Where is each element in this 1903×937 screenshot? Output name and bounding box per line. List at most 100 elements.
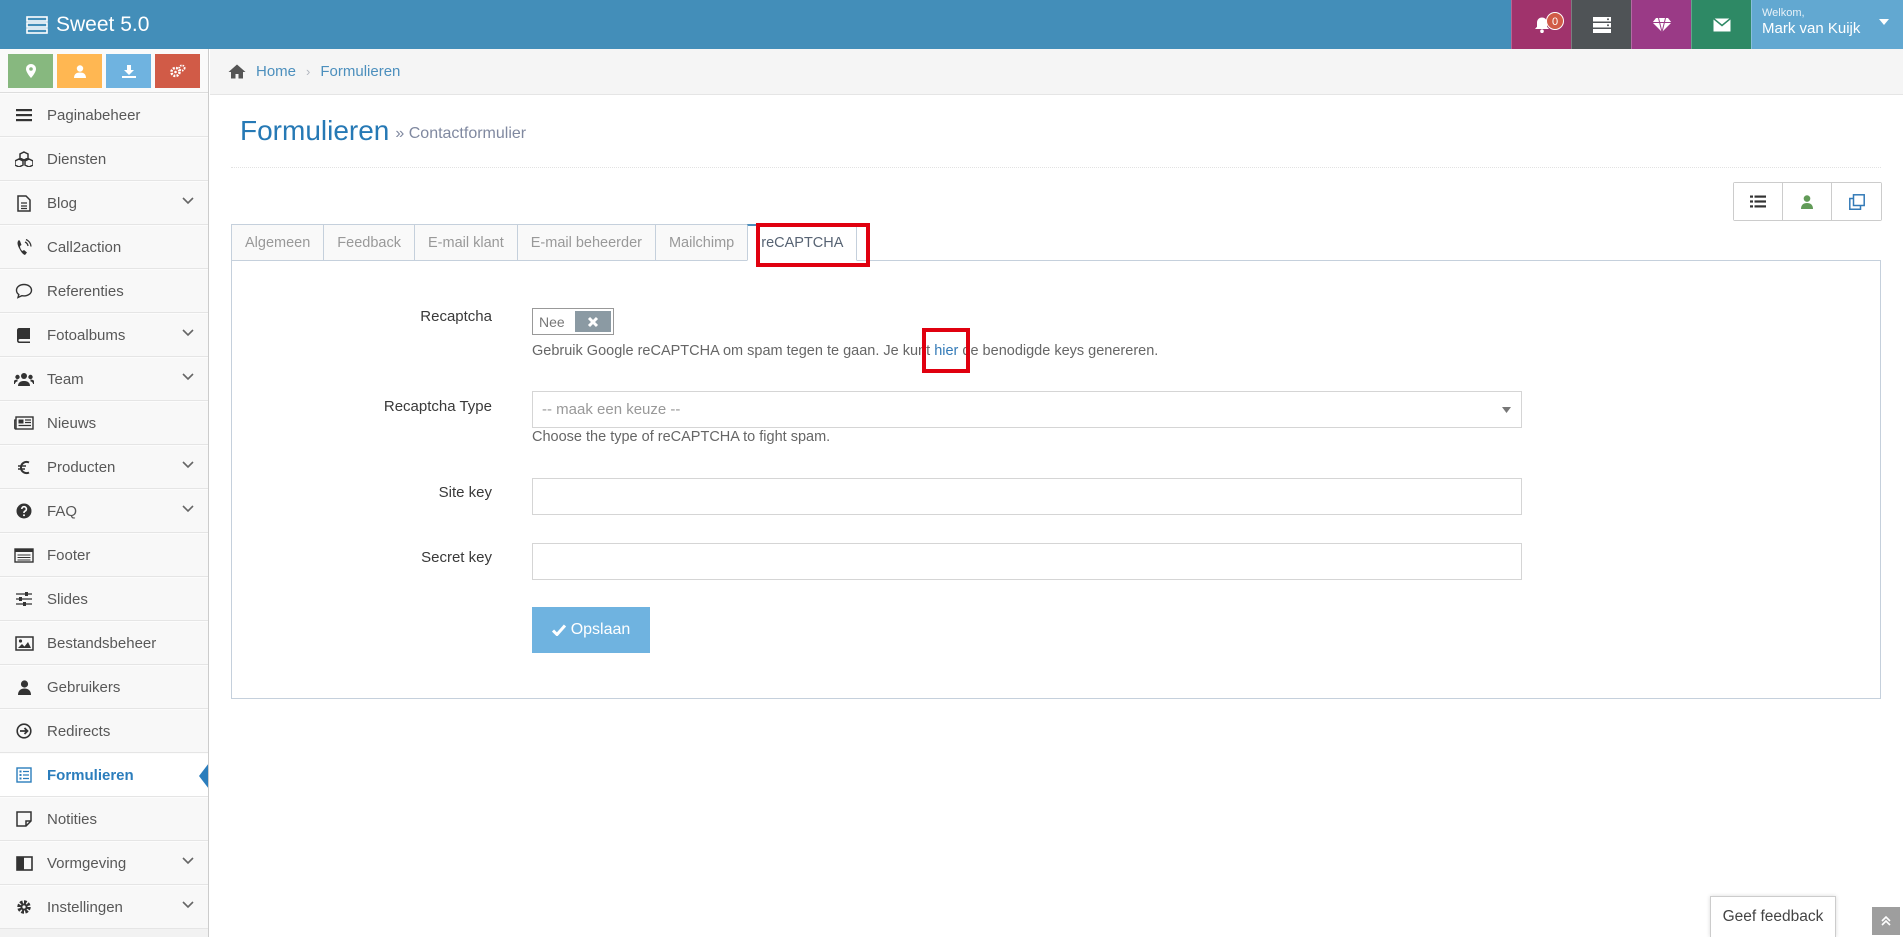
sidebar-item-label: Formulieren: [47, 766, 134, 784]
shortcut-download-button[interactable]: [106, 54, 151, 88]
sidebar-item-label: Notities: [47, 810, 98, 828]
sidebar-shortcuts: [0, 49, 208, 93]
euro-icon: [13, 456, 35, 478]
sidebar-item-producten[interactable]: Producten: [0, 445, 208, 489]
site-key-label: Site key: [438, 484, 492, 501]
list-alt-icon: [13, 544, 35, 566]
sidebar-item-label: Redirects: [47, 722, 111, 740]
tab-algemeen[interactable]: Algemeen: [231, 224, 324, 261]
sidebar-item-fotoalbums[interactable]: Fotoalbums: [0, 313, 208, 357]
sidebar-item-redirects[interactable]: Redirects: [0, 709, 208, 753]
feedback-button[interactable]: Geef feedback: [1710, 896, 1836, 937]
premium-button[interactable]: [1631, 0, 1691, 49]
chevron-down-icon: [182, 373, 194, 381]
recaptcha-help: Gebruik Google reCAPTCHA om spam tegen t…: [532, 343, 1158, 359]
notifications-button[interactable]: 0: [1511, 0, 1571, 49]
shortcut-user-button[interactable]: [57, 54, 102, 88]
breadcrumb: Home › Formulieren: [210, 49, 1903, 95]
image-icon: [13, 632, 35, 654]
sidebar-item-bestandsbeheer[interactable]: Bestandsbeheer: [0, 621, 208, 665]
download-icon: [121, 64, 136, 78]
user-menu[interactable]: Welkom, Mark van Kuijk: [1751, 0, 1903, 49]
server-logo-icon: [26, 15, 48, 34]
breadcrumb-home-link[interactable]: Home: [256, 63, 296, 80]
chevron-down-icon: [182, 329, 194, 337]
sidebar-item-label: Blog: [47, 194, 78, 212]
secret-key-input[interactable]: [532, 543, 1522, 580]
sidebar-item-vormgeving[interactable]: Vormgeving: [0, 841, 208, 885]
sidebar-item-label: Team: [47, 370, 84, 388]
users-icon: [13, 368, 35, 390]
page-subtitle: » Contactformulier: [395, 125, 527, 142]
chevron-down-icon: [182, 197, 194, 205]
caret-down-icon: [1879, 19, 1889, 25]
shortcut-location-button[interactable]: [8, 54, 53, 88]
site-key-input[interactable]: [532, 478, 1522, 515]
brand[interactable]: Sweet 5.0: [26, 0, 149, 49]
secret-key-label: Secret key: [421, 549, 492, 566]
tasks-icon: [1592, 16, 1611, 33]
tab-email-beheerder[interactable]: E-mail beheerder: [516, 224, 655, 261]
sidebar-item-nieuws[interactable]: Nieuws: [0, 401, 208, 445]
book-icon: [13, 324, 35, 346]
file-text-icon: [13, 192, 35, 214]
caret-down-icon: [1502, 407, 1511, 413]
user-view-button[interactable]: [1783, 183, 1832, 220]
recaptcha-type-select[interactable]: -- maak een keuze --: [532, 391, 1522, 428]
form-tabs: Algemeen Feedback E-mail klant E-mail be…: [231, 224, 858, 261]
sidebar-item-footer[interactable]: Footer: [0, 533, 208, 577]
user-icon: [1801, 194, 1813, 209]
tab-email-klant[interactable]: E-mail klant: [413, 224, 517, 261]
tab-mailchimp[interactable]: Mailchimp: [654, 224, 748, 261]
page-header: Formulieren » Contactformulier: [231, 95, 1881, 168]
notification-count-badge: 0: [1546, 12, 1564, 30]
copy-icon: [1848, 193, 1865, 210]
sidebar-item-gebruikers[interactable]: Gebruikers: [0, 665, 208, 709]
view-button-group: [1733, 182, 1882, 221]
top-navbar: Sweet 5.0 0 Welkom, Mark van Kuijk: [0, 0, 1903, 49]
tab-feedback[interactable]: Feedback: [323, 224, 414, 261]
close-icon: [575, 311, 611, 332]
chevron-down-icon: [182, 901, 194, 909]
sidebar-item-call2action[interactable]: Call2action: [0, 225, 208, 269]
recaptcha-type-selected: -- maak een keuze --: [542, 401, 681, 418]
recaptcha-toggle[interactable]: Nee: [532, 308, 614, 335]
sidebar-item-label: Gebruikers: [47, 678, 121, 696]
page-title: Formulieren: [240, 115, 390, 146]
newspaper-icon: [13, 412, 35, 434]
chevron-down-icon: [182, 461, 194, 469]
sidebar-item-label: Paginabeheer: [47, 106, 141, 124]
recaptcha-type-help: Choose the type of reCAPTCHA to fight sp…: [532, 429, 831, 445]
sidebar-item-label: Fotoalbums: [47, 326, 126, 344]
sidebar-item-notities[interactable]: Notities: [0, 797, 208, 841]
tab-recaptcha[interactable]: reCAPTCHA: [747, 224, 858, 261]
recaptcha-label: Recaptcha: [420, 308, 492, 325]
list-view-button[interactable]: [1734, 183, 1783, 220]
scroll-to-top-button[interactable]: [1872, 907, 1900, 935]
sidebar-item-blog[interactable]: Blog: [0, 181, 208, 225]
tasks-button[interactable]: [1571, 0, 1631, 49]
navbar-right: 0 Welkom, Mark van Kuijk: [1511, 0, 1903, 49]
duplicate-button[interactable]: [1832, 183, 1881, 220]
recaptcha-help-text-before: Gebruik Google reCAPTCHA om spam tegen t…: [532, 343, 935, 359]
messages-button[interactable]: [1691, 0, 1751, 49]
save-button[interactable]: Opslaan: [532, 607, 650, 653]
sidebar-item-formulieren[interactable]: Formulieren: [0, 753, 208, 797]
sidebar-item-faq[interactable]: FAQ: [0, 489, 208, 533]
sidebar-item-label: FAQ: [47, 502, 78, 520]
sidebar-item-slides[interactable]: Slides: [0, 577, 208, 621]
sidebar-item-instellingen[interactable]: Instellingen: [0, 885, 208, 929]
cogs-icon: [169, 64, 185, 78]
sidebar-item-team[interactable]: Team: [0, 357, 208, 401]
breadcrumb-current-link[interactable]: Formulieren: [320, 63, 400, 80]
app-title: Sweet 5.0: [56, 12, 150, 36]
save-button-label: Opslaan: [570, 621, 631, 638]
sidebar-item-referenties[interactable]: Referenties: [0, 269, 208, 313]
sidebar-item-label: Diensten: [47, 150, 107, 168]
home-icon: [228, 64, 246, 79]
sidebar-item-diensten[interactable]: Diensten: [0, 137, 208, 181]
sidebar-item-paginabeheer[interactable]: Paginabeheer: [0, 93, 208, 137]
shortcut-settings-button[interactable]: [155, 54, 200, 88]
recaptcha-keys-link[interactable]: hier: [934, 343, 958, 359]
question-circle-icon: [13, 500, 35, 522]
